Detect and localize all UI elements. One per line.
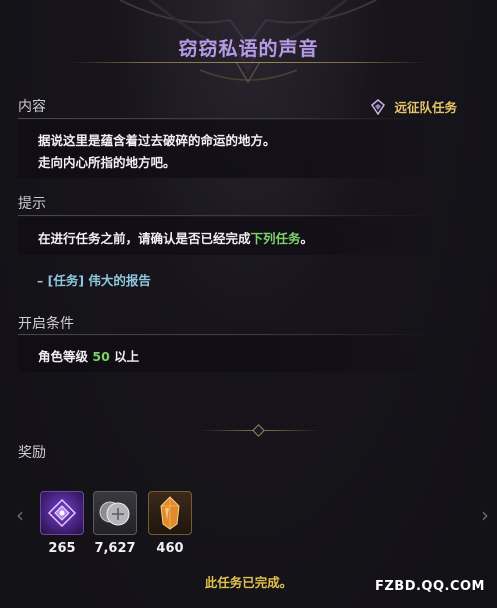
expedition-crest-icon xyxy=(371,98,386,115)
reward-count: 460 xyxy=(156,541,184,556)
condition-text: 角色等级 50 以上 xyxy=(38,346,139,365)
hint-text-highlight: 下列任务 xyxy=(250,231,301,246)
content-section-divider xyxy=(18,118,438,119)
reward-count: 265 xyxy=(48,541,76,556)
content-box: 据说这里是蕴含着过去破碎的命运的地方。 走向内心所指的地方吧。 xyxy=(18,120,438,178)
content-line-1: 据说这里是蕴含着过去破碎的命运的地方。 xyxy=(38,133,276,148)
condition-text-before: 角色等级 xyxy=(38,349,89,364)
content-section-label: 内容 xyxy=(18,99,46,115)
reward-count: 7,627 xyxy=(94,541,136,556)
prerequisite-quest-link[interactable]: – [任务] 伟大的报告 xyxy=(37,270,151,289)
window-title: 窃窃私语的声音 xyxy=(178,38,319,60)
chevron-left-icon[interactable]: ‹ xyxy=(16,503,24,527)
content-line-2: 走向内心所指的地方吧。 xyxy=(38,155,176,170)
hint-section-divider xyxy=(18,215,438,216)
quest-type-tag: 远征队任务 xyxy=(370,97,457,116)
condition-text-after: 以上 xyxy=(114,349,140,364)
title-divider xyxy=(70,62,427,63)
divider-gem-icon xyxy=(252,424,265,437)
conditions-section-divider xyxy=(18,334,438,335)
rewards-section-label: 奖励 xyxy=(18,445,46,461)
chevron-right-icon[interactable]: › xyxy=(481,503,489,527)
reward-item[interactable]: 7,627 xyxy=(93,491,137,556)
hint-text: 在进行任务之前，请确认是否已经完成下列任务。 xyxy=(38,228,313,247)
hint-text-after: 。 xyxy=(300,231,314,246)
amber-crystal-icon xyxy=(148,491,192,535)
watermark: FZBD.QQ.COM xyxy=(374,579,485,594)
condition-level: 50 xyxy=(92,349,110,364)
hint-section-label: 提示 xyxy=(18,196,46,212)
silver-coins-icon xyxy=(93,491,137,535)
reward-item[interactable]: 460 xyxy=(148,491,192,556)
hint-text-before: 在进行任务之前，请确认是否已经完成 xyxy=(38,231,251,246)
reward-item[interactable]: 265 xyxy=(40,491,84,556)
conditions-box: 角色等级 50 以上 xyxy=(18,336,438,372)
conditions-section-label: 开启条件 xyxy=(18,316,74,332)
quest-type-label: 远征队任务 xyxy=(394,100,457,115)
hint-box: 在进行任务之前，请确认是否已经完成下列任务。 xyxy=(18,217,438,255)
purple-crest-icon xyxy=(40,491,84,535)
